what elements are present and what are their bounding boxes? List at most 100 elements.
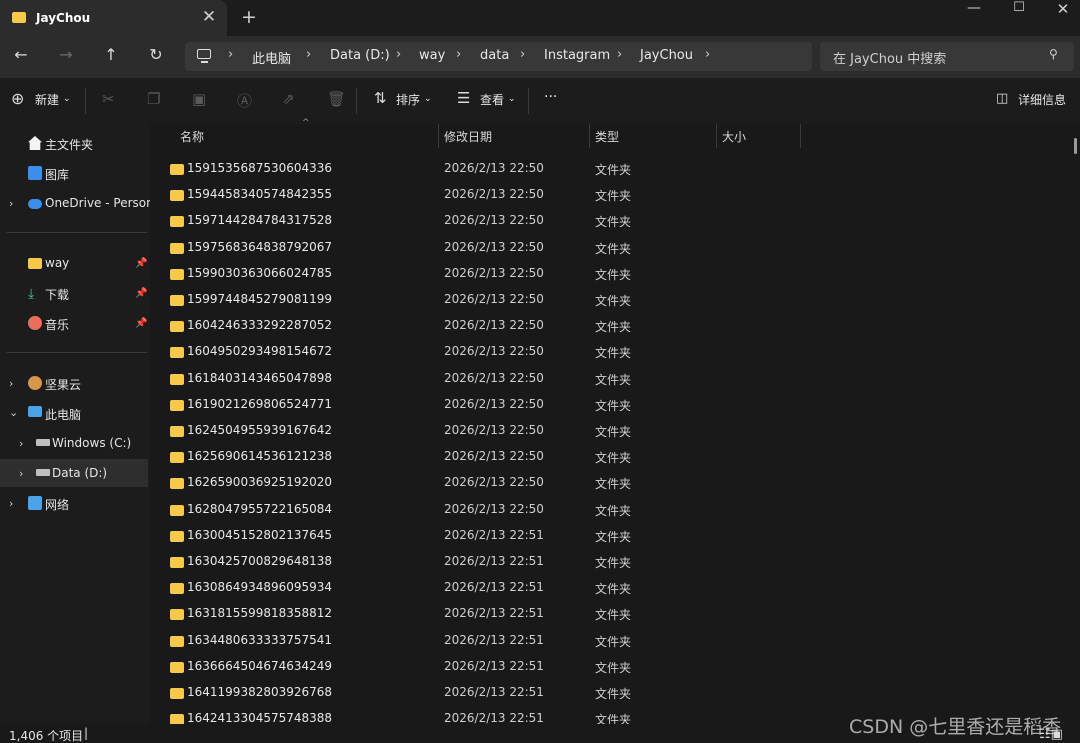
minimize-button[interactable]: — bbox=[961, 0, 987, 20]
column-header-size[interactable]: 大小 bbox=[722, 128, 746, 145]
details-button[interactable]: 详细信息 bbox=[1018, 91, 1066, 108]
new-button[interactable]: 新建 bbox=[35, 91, 59, 108]
file-name[interactable]: 1597144284784317528 bbox=[187, 213, 332, 227]
sidebar-item-windows-c[interactable]: Windows (C:) bbox=[52, 436, 131, 450]
sidebar-item-home[interactable]: 主文件夹 bbox=[45, 136, 93, 153]
column-divider[interactable] bbox=[800, 124, 801, 148]
chevron-right-icon[interactable]: › bbox=[9, 497, 13, 510]
breadcrumb-separator[interactable]: › bbox=[228, 47, 233, 62]
sidebar-item-nutstore[interactable]: 坚果云 bbox=[45, 376, 81, 393]
file-name[interactable]: 1624504955939167642 bbox=[187, 423, 332, 437]
sidebar-item-data-d[interactable]: Data (D:) bbox=[52, 466, 107, 480]
pin-icon[interactable]: 📌 bbox=[135, 288, 147, 299]
file-name[interactable]: 1604950293498154672 bbox=[187, 344, 332, 358]
breadcrumb-instagram[interactable]: Instagram bbox=[544, 48, 610, 63]
sidebar-item-way[interactable]: way bbox=[45, 256, 69, 270]
sidebar-item-gallery[interactable]: 图库 bbox=[45, 166, 69, 183]
sidebar-item-this-pc[interactable]: 此电脑 bbox=[45, 406, 81, 423]
chevron-down-icon[interactable]: ⌄ bbox=[508, 94, 516, 104]
sidebar-item-downloads[interactable]: 下载 bbox=[45, 286, 69, 303]
file-name[interactable]: 1626590036925192020 bbox=[187, 475, 332, 489]
breadcrumb-this-pc[interactable]: 此电脑 bbox=[252, 48, 291, 67]
file-name[interactable]: 1630425700829648138 bbox=[187, 554, 332, 568]
refresh-button[interactable]: ↻ bbox=[143, 44, 169, 66]
pin-icon[interactable]: 📌 bbox=[135, 318, 147, 329]
breadcrumb-separator[interactable]: › bbox=[456, 47, 461, 62]
file-name[interactable]: 1599744845279081199 bbox=[187, 292, 332, 306]
file-date: 2026/2/13 22:50 bbox=[444, 501, 544, 516]
breadcrumb-separator[interactable]: › bbox=[705, 47, 710, 62]
column-divider[interactable] bbox=[438, 124, 439, 148]
paste-icon[interactable]: ▣ bbox=[192, 90, 206, 108]
breadcrumb-separator[interactable]: › bbox=[396, 47, 401, 62]
view-toggle-icon[interactable]: ☷▣ bbox=[1039, 727, 1077, 742]
breadcrumb-data[interactable]: data bbox=[480, 48, 509, 63]
file-name[interactable]: 1594458340574842355 bbox=[187, 187, 332, 201]
column-header-type[interactable]: 类型 bbox=[595, 128, 619, 145]
column-divider[interactable] bbox=[589, 124, 590, 148]
breadcrumb-jaychou[interactable]: JayChou bbox=[640, 48, 693, 63]
file-name[interactable]: 1597568364838792067 bbox=[187, 240, 332, 254]
back-button[interactable]: ← bbox=[8, 44, 34, 66]
maximize-button[interactable]: ☐ bbox=[1006, 0, 1032, 20]
file-date: 2026/2/13 22:51 bbox=[444, 685, 544, 699]
column-divider[interactable] bbox=[716, 124, 717, 148]
file-name[interactable]: 1636664504674634249 bbox=[187, 659, 332, 673]
search-icon[interactable]: ⚲ bbox=[1049, 47, 1063, 63]
file-date: 2026/2/13 22:50 bbox=[444, 449, 544, 464]
breadcrumb-data-d[interactable]: Data (D:) bbox=[330, 48, 390, 63]
close-window-button[interactable]: ✕ bbox=[1050, 0, 1076, 20]
file-date: 2026/2/13 22:50 bbox=[444, 396, 544, 411]
file-name[interactable]: 1599030363066024785 bbox=[187, 266, 332, 280]
rename-icon[interactable]: Ⓐ bbox=[237, 90, 252, 111]
file-name[interactable]: 1625690614536121238 bbox=[187, 449, 332, 463]
file-name[interactable]: 1618403143465047898 bbox=[187, 371, 332, 385]
share-icon[interactable]: ⇗ bbox=[282, 90, 295, 108]
breadcrumb-separator[interactable]: › bbox=[306, 47, 311, 62]
file-name[interactable]: 1630864934896095934 bbox=[187, 580, 332, 594]
folder-icon bbox=[170, 242, 184, 254]
chevron-right-icon[interactable]: › bbox=[19, 437, 23, 450]
file-name[interactable]: 1591535687530604336 bbox=[187, 161, 332, 175]
breadcrumb-separator[interactable]: › bbox=[520, 47, 525, 62]
file-name[interactable]: 1641199382803926768 bbox=[187, 685, 332, 699]
file-name[interactable]: 1628047955722165084 bbox=[187, 502, 332, 516]
folder-icon bbox=[170, 583, 184, 595]
chevron-right-icon[interactable]: › bbox=[9, 377, 13, 390]
view-button[interactable]: 查看 bbox=[480, 91, 504, 108]
up-button[interactable]: ↑ bbox=[98, 44, 124, 66]
file-name[interactable]: 1634480633333757541 bbox=[187, 633, 332, 647]
chevron-down-icon[interactable]: ⌄ bbox=[9, 406, 18, 419]
file-name[interactable]: 1619021269806524771 bbox=[187, 397, 332, 411]
column-header-name[interactable]: 名称 bbox=[180, 128, 204, 145]
sort-button[interactable]: 排序 bbox=[396, 91, 420, 108]
more-options-button[interactable]: ··· bbox=[544, 89, 557, 105]
copy-icon[interactable]: ❐ bbox=[147, 90, 160, 108]
scissors-icon[interactable]: ✂ bbox=[102, 90, 115, 108]
chevron-down-icon[interactable]: ⌄ bbox=[63, 94, 71, 104]
search-placeholder[interactable]: 在 JayChou 中搜索 bbox=[833, 48, 946, 67]
sidebar-item-network[interactable]: 网络 bbox=[45, 496, 69, 513]
tab-close-icon[interactable]: ✕ bbox=[200, 7, 218, 27]
chevron-right-icon[interactable]: › bbox=[9, 197, 13, 210]
sidebar-item-onedrive[interactable]: OneDrive - Persona bbox=[45, 196, 161, 210]
chevron-down-icon[interactable]: ⌄ bbox=[424, 94, 432, 104]
file-name[interactable]: 1604246333292287052 bbox=[187, 318, 332, 332]
tab-jaychou[interactable] bbox=[0, 0, 227, 36]
scrollbar-thumb[interactable] bbox=[1074, 138, 1077, 154]
file-date: 2026/2/13 22:50 bbox=[444, 475, 544, 490]
forward-button[interactable]: → bbox=[53, 44, 79, 66]
column-header-date[interactable]: 修改日期 bbox=[444, 128, 492, 145]
sidebar-item-music[interactable]: 音乐 bbox=[45, 316, 69, 333]
new-tab-button[interactable]: + bbox=[239, 6, 259, 28]
file-name[interactable]: 1630045152802137645 bbox=[187, 528, 332, 542]
pin-icon[interactable]: 📌 bbox=[135, 258, 147, 269]
breadcrumb-separator[interactable]: › bbox=[617, 47, 622, 62]
view-icon: ☰ bbox=[457, 89, 471, 107]
chevron-right-icon[interactable]: › bbox=[19, 467, 23, 480]
file-type: 文件夹 bbox=[595, 556, 632, 570]
breadcrumb-way[interactable]: way bbox=[419, 48, 445, 63]
trash-icon[interactable]: 🗑 bbox=[327, 90, 346, 108]
file-name[interactable]: 1631815599818358812 bbox=[187, 606, 332, 620]
folder-icon bbox=[170, 504, 184, 516]
